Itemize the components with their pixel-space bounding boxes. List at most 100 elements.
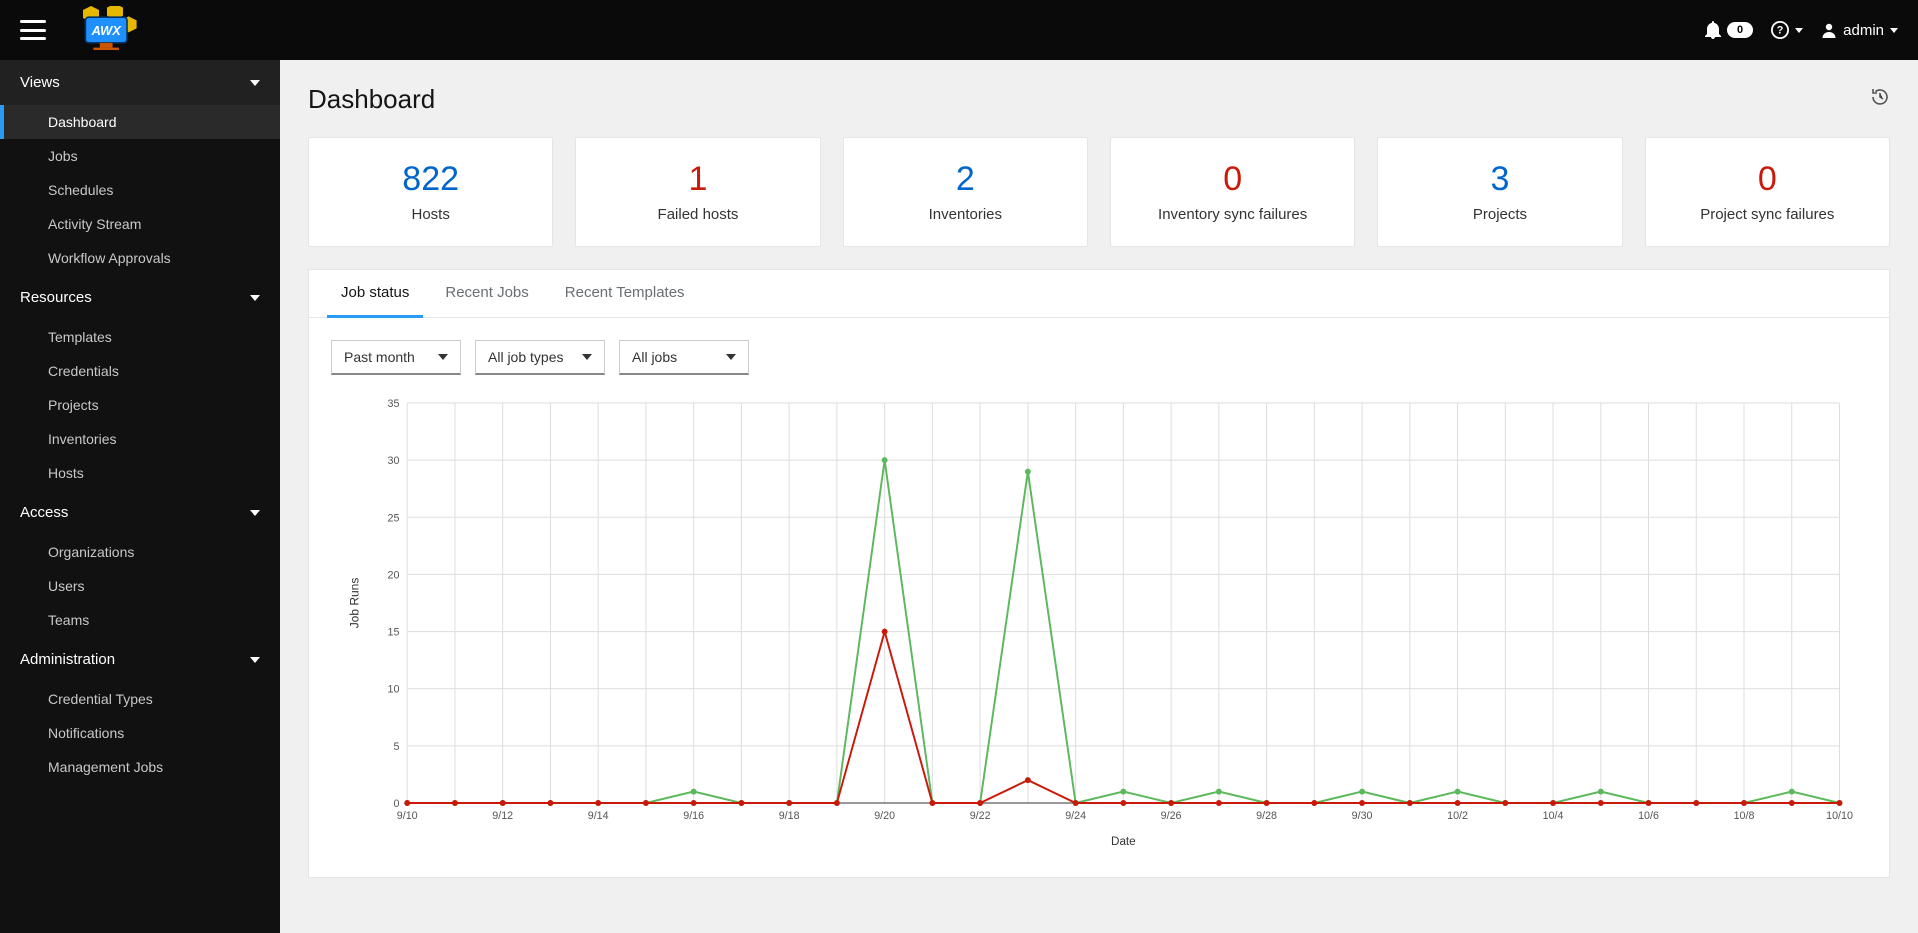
summary-card-failed-hosts[interactable]: 1 Failed hosts (575, 137, 820, 247)
svg-text:9/26: 9/26 (1161, 810, 1182, 822)
chevron-down-icon (1795, 28, 1803, 33)
topbar-right: 0 ? admin (1705, 21, 1898, 39)
svg-text:10/10: 10/10 (1826, 810, 1853, 822)
svg-text:10/6: 10/6 (1638, 810, 1659, 822)
svg-text:25: 25 (388, 512, 400, 524)
card-label: Inventories (929, 206, 1002, 223)
card-label: Project sync failures (1700, 206, 1834, 223)
svg-text:9/28: 9/28 (1256, 810, 1277, 822)
summary-card-hosts[interactable]: 822 Hosts (308, 137, 553, 247)
card-label: Inventory sync failures (1158, 206, 1307, 223)
page-title: Dashboard (308, 84, 435, 115)
notification-count-badge: 0 (1727, 22, 1753, 38)
help-menu[interactable]: ? (1771, 21, 1803, 39)
svg-text:35: 35 (388, 398, 400, 410)
svg-text:9/24: 9/24 (1065, 810, 1086, 822)
svg-text:9/14: 9/14 (588, 810, 609, 822)
svg-text:AWX: AWX (91, 23, 123, 38)
chevron-down-icon (250, 80, 260, 86)
sidebar-item-dashboard[interactable]: Dashboard (0, 105, 280, 139)
card-value: 822 (402, 162, 459, 196)
nav-section-views[interactable]: Views (0, 60, 280, 105)
job-status-chart: 0 5 10 15 20 25 30 35 9/10 9/12 9/14 9/16 9/18 9/20 9/… (309, 385, 1889, 877)
menu-toggle-button[interactable] (20, 20, 46, 40)
sidebar-item-activity-stream[interactable]: Activity Stream (0, 207, 280, 241)
tab-recent-templates[interactable]: Recent Templates (551, 270, 699, 317)
svg-text:Job Runs: Job Runs (348, 578, 362, 629)
user-icon (1821, 22, 1837, 38)
sidebar-item-credential-types[interactable]: Credential Types (0, 682, 280, 716)
card-value: 0 (1223, 162, 1242, 196)
summary-cards: 822 Hosts1 Failed hosts2 Inventories0 In… (308, 137, 1890, 247)
awx-logo[interactable]: AWX (70, 6, 152, 54)
svg-text:9/12: 9/12 (492, 810, 513, 822)
card-value: 0 (1758, 162, 1777, 196)
card-label: Projects (1473, 206, 1527, 223)
sidebar-item-inventories[interactable]: Inventories (0, 422, 280, 456)
main-content: Dashboard 822 Hosts1 Failed hosts2 Inven… (280, 60, 1918, 933)
sidebar-item-projects[interactable]: Projects (0, 388, 280, 422)
sidebar-item-jobs[interactable]: Jobs (0, 139, 280, 173)
summary-card-inventory-sync-failures[interactable]: 0 Inventory sync failures (1110, 137, 1355, 247)
period-select[interactable]: Past month (331, 340, 461, 375)
chevron-down-icon (250, 510, 260, 516)
svg-text:9/20: 9/20 (874, 810, 895, 822)
job-status-select[interactable]: All jobs (619, 340, 749, 375)
panel-tabs: Job statusRecent JobsRecent Templates (309, 270, 1889, 318)
svg-text:9/10: 9/10 (397, 810, 418, 822)
sidebar-item-users[interactable]: Users (0, 569, 280, 603)
card-label: Failed hosts (658, 206, 739, 223)
card-label: Hosts (411, 206, 449, 223)
svg-text:30: 30 (388, 455, 400, 467)
sidebar-item-schedules[interactable]: Schedules (0, 173, 280, 207)
svg-text:20: 20 (388, 569, 400, 581)
summary-card-inventories[interactable]: 2 Inventories (843, 137, 1088, 247)
topbar: AWX 0 ? admin (0, 0, 1918, 60)
summary-card-project-sync-failures[interactable]: 0 Project sync failures (1645, 137, 1890, 247)
svg-text:9/30: 9/30 (1352, 810, 1373, 822)
svg-text:10/8: 10/8 (1734, 810, 1755, 822)
sidebar-item-organizations[interactable]: Organizations (0, 535, 280, 569)
sidebar-item-credentials[interactable]: Credentials (0, 354, 280, 388)
svg-text:9/22: 9/22 (970, 810, 991, 822)
svg-text:9/16: 9/16 (683, 810, 704, 822)
summary-card-projects[interactable]: 3 Projects (1377, 137, 1622, 247)
svg-text:10/4: 10/4 (1543, 810, 1564, 822)
tab-recent-jobs[interactable]: Recent Jobs (431, 270, 542, 317)
notifications-button[interactable]: 0 (1705, 21, 1753, 39)
nav-section-access[interactable]: Access (0, 490, 280, 535)
chevron-down-icon (250, 657, 260, 663)
chart-filters: Past month All job types All jobs (309, 318, 1889, 385)
history-icon[interactable] (1870, 87, 1890, 112)
svg-text:5: 5 (393, 741, 399, 753)
card-value: 1 (689, 162, 708, 196)
svg-text:10: 10 (388, 684, 400, 696)
svg-text:?: ? (1777, 25, 1784, 37)
topbar-left: AWX (20, 6, 152, 54)
tab-job-status[interactable]: Job status (327, 270, 423, 318)
svg-text:15: 15 (388, 626, 400, 638)
user-menu[interactable]: admin (1821, 22, 1898, 39)
sidebar[interactable]: ViewsDashboardJobsSchedulesActivity Stre… (0, 60, 280, 933)
card-value: 3 (1491, 162, 1510, 196)
sidebar-item-management-jobs[interactable]: Management Jobs (0, 750, 280, 784)
question-icon: ? (1771, 21, 1789, 39)
svg-text:0: 0 (393, 798, 399, 810)
svg-text:9/18: 9/18 (779, 810, 800, 822)
card-value: 2 (956, 162, 975, 196)
svg-text:10/2: 10/2 (1447, 810, 1468, 822)
bell-icon (1705, 21, 1721, 39)
sidebar-item-hosts[interactable]: Hosts (0, 456, 280, 490)
sidebar-item-workflow-approvals[interactable]: Workflow Approvals (0, 241, 280, 275)
chevron-down-icon (1890, 28, 1898, 33)
nav-section-resources[interactable]: Resources (0, 275, 280, 320)
svg-text:Date: Date (1111, 834, 1136, 848)
sidebar-item-templates[interactable]: Templates (0, 320, 280, 354)
nav-section-administration[interactable]: Administration (0, 637, 280, 682)
job-status-panel: Job statusRecent JobsRecent Templates Pa… (308, 269, 1890, 878)
username-label: admin (1843, 22, 1884, 39)
sidebar-item-teams[interactable]: Teams (0, 603, 280, 637)
job-type-select[interactable]: All job types (475, 340, 605, 375)
sidebar-item-notifications[interactable]: Notifications (0, 716, 280, 750)
page-header: Dashboard (308, 84, 1890, 115)
